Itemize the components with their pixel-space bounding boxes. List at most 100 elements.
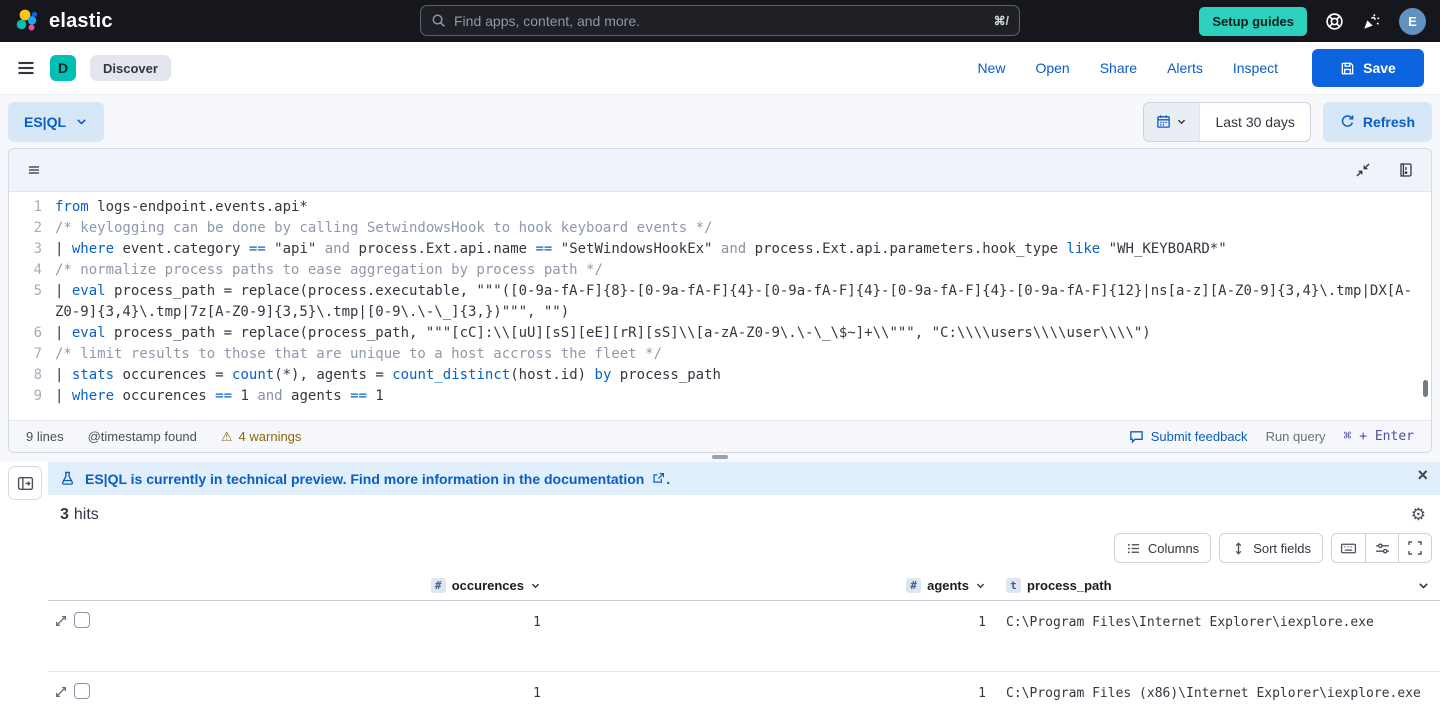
save-icon [1340, 61, 1355, 76]
keyboard-icon [1340, 540, 1357, 557]
code-line[interactable]: 8| stats occurences = count(*), agents =… [9, 365, 1431, 386]
warnings-count: 4 warnings [239, 429, 302, 444]
query-language-picker[interactable]: ES|QL [8, 102, 104, 142]
save-button[interactable]: Save [1312, 49, 1424, 87]
global-search-input[interactable] [454, 13, 986, 29]
refresh-button[interactable]: Refresh [1323, 102, 1432, 142]
results-section: ES|QL is currently in technical preview.… [0, 462, 1440, 721]
fullscreen-icon [1407, 540, 1423, 556]
code-line[interactable]: 6| eval process_path = replace(process_p… [9, 323, 1431, 344]
external-link-icon[interactable] [652, 472, 665, 485]
line-number: 4 [9, 260, 55, 281]
app-toolbar: D Discover New Open Share Alerts Inspect… [0, 42, 1440, 95]
hits-count: 3 [60, 506, 69, 524]
setup-guides-button[interactable]: Setup guides [1199, 7, 1307, 36]
cell-occurences: 1 [108, 683, 545, 702]
code-lines: 1from logs-endpoint.events.api*2/* keylo… [9, 197, 1431, 407]
chevron-down-icon [1176, 116, 1187, 127]
code-line[interactable]: 5| eval process_path = replace(process.e… [9, 281, 1431, 323]
collapse-editor-icon[interactable] [1355, 162, 1371, 178]
time-range-value[interactable]: Last 30 days [1200, 103, 1309, 141]
line-number: 3 [9, 239, 55, 260]
code-editor-area[interactable]: 1from logs-endpoint.events.api*2/* keylo… [9, 192, 1431, 420]
run-query-label: Run query [1266, 429, 1326, 444]
elastic-logo[interactable]: elastic [14, 8, 113, 34]
expand-row-button[interactable] [54, 614, 68, 628]
open-link[interactable]: Open [1035, 60, 1069, 76]
refresh-icon [1340, 114, 1355, 129]
line-number: 2 [9, 218, 55, 239]
sliders-icon [1374, 540, 1391, 557]
breadcrumb[interactable]: Discover [90, 55, 171, 81]
code-line[interactable]: 9| where occurences == 1 and agents == 1 [9, 386, 1431, 407]
date-picker: Last 30 days [1143, 102, 1310, 142]
results-grid: # occurences # agents t process_path [48, 571, 1440, 721]
chevron-down-icon[interactable] [975, 580, 986, 591]
menu-icon[interactable] [16, 58, 36, 78]
discover-app-badge[interactable]: D [50, 55, 76, 81]
sort-fields-button[interactable]: Sort fields [1219, 533, 1323, 563]
save-button-label: Save [1363, 60, 1396, 76]
code-line[interactable]: 1from logs-endpoint.events.api* [9, 197, 1431, 218]
documentation-icon[interactable] [1398, 162, 1414, 178]
new-link[interactable]: New [977, 60, 1005, 76]
fullscreen-button[interactable] [1398, 534, 1431, 562]
table-row: 1 1 C:\Program Files\Internet Explorer\i… [48, 601, 1440, 672]
expand-row-button[interactable] [54, 685, 68, 699]
header-menu-chevron-icon[interactable] [1417, 579, 1430, 592]
code-line[interactable]: 3| where event.category == "api" and pro… [9, 239, 1431, 260]
cell-agents: 1 [545, 612, 990, 631]
hits-label: hits [74, 506, 99, 524]
global-search[interactable]: ⌘/ [420, 5, 1020, 36]
line-number: 7 [9, 344, 55, 365]
submit-feedback-link[interactable]: Submit feedback [1129, 429, 1248, 444]
row-checkbox[interactable] [74, 612, 90, 628]
cell-agents: 1 [545, 683, 990, 702]
columns-button[interactable]: Columns [1114, 533, 1211, 563]
row-checkbox[interactable] [74, 683, 90, 699]
resize-handle[interactable] [712, 455, 728, 459]
open-sidebar-button[interactable] [8, 466, 42, 500]
header-occurences[interactable]: # occurences [108, 578, 545, 593]
feedback-icon [1129, 429, 1144, 444]
editor-lines-icon[interactable] [26, 162, 42, 178]
tech-preview-message: ES|QL is currently in technical preview.… [85, 471, 670, 487]
close-icon[interactable]: × [1417, 466, 1428, 484]
tech-preview-banner: ES|QL is currently in technical preview.… [48, 462, 1440, 495]
sort-fields-button-label: Sort fields [1253, 541, 1311, 556]
sort-icon [1231, 541, 1246, 556]
date-picker-calendar-button[interactable] [1144, 103, 1200, 141]
query-bar: ES|QL Last 3 [0, 95, 1440, 148]
text-field-icon: t [1006, 578, 1021, 593]
code-line[interactable]: 7/* limit results to those that are uniq… [9, 344, 1431, 365]
editor-scrollbar-thumb[interactable] [1423, 380, 1428, 397]
refresh-button-label: Refresh [1363, 114, 1415, 130]
keyboard-shortcuts-button[interactable] [1332, 534, 1365, 562]
inspect-link[interactable]: Inspect [1233, 60, 1278, 76]
user-avatar[interactable]: E [1399, 8, 1426, 35]
line-number: 5 [9, 281, 55, 323]
number-field-icon: # [431, 578, 446, 593]
header-process-path[interactable]: t process_path [990, 578, 1440, 593]
code-line[interactable]: 4/* normalize process paths to ease aggr… [9, 260, 1431, 281]
calendar-icon [1156, 114, 1171, 129]
global-header: elastic ⌘/ Setup guides E [0, 0, 1440, 42]
news-feed-icon[interactable] [1362, 12, 1381, 31]
help-icon[interactable] [1325, 12, 1344, 31]
chevron-down-icon[interactable] [530, 580, 541, 591]
warnings-badge[interactable]: ⚠ 4 warnings [221, 429, 302, 445]
line-number: 6 [9, 323, 55, 344]
chevron-down-icon [75, 115, 88, 128]
gear-icon[interactable]: ⚙ [1411, 507, 1426, 524]
editor-footer: 9 lines @timestamp found ⚠ 4 warnings Su… [9, 420, 1431, 452]
alerts-link[interactable]: Alerts [1167, 60, 1203, 76]
table-row: 1 1 C:\Program Files (x86)\Internet Expl… [48, 672, 1440, 721]
brand-name: elastic [49, 10, 113, 33]
code-line[interactable]: 2/* keylogging can be done by calling Se… [9, 218, 1431, 239]
share-link[interactable]: Share [1100, 60, 1137, 76]
header-agents[interactable]: # agents [545, 578, 990, 593]
expand-icon [54, 614, 68, 628]
display-options-button[interactable] [1365, 534, 1398, 562]
cell-process-path: C:\Program Files (x86)\Internet Explorer… [990, 683, 1440, 702]
grid-display-button-group [1331, 533, 1432, 563]
